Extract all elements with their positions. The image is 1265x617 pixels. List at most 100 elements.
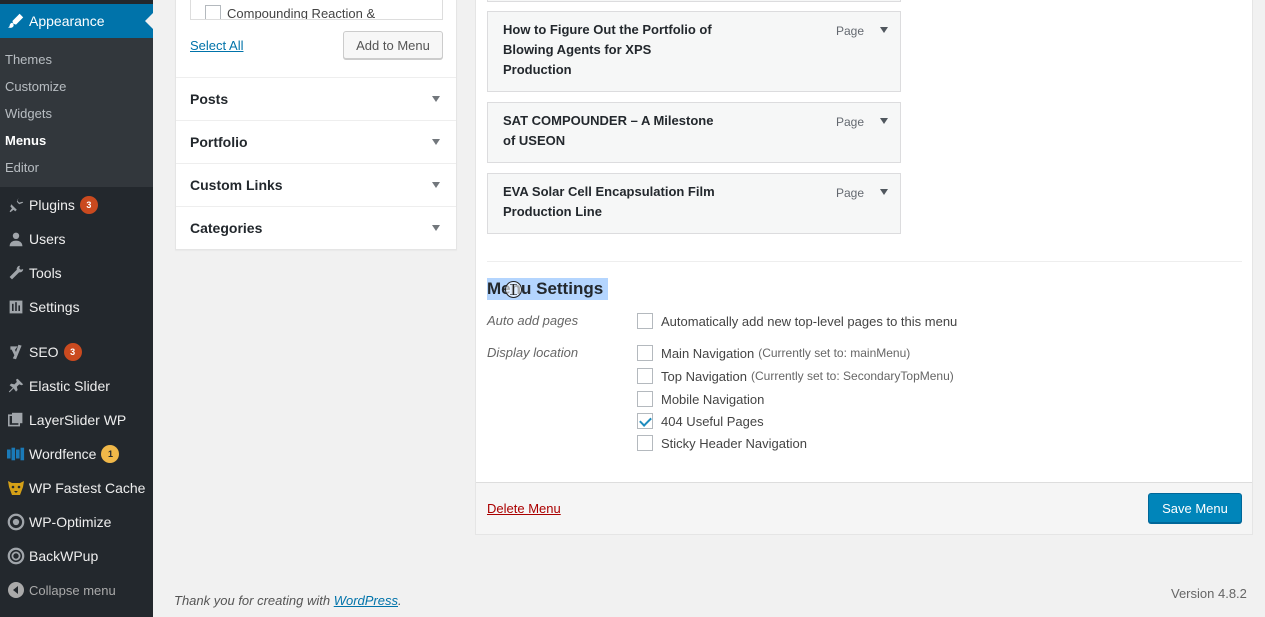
location-404-useful-pages[interactable]: 404 Useful Pages [637,413,764,429]
wordfence-alert-count: 1 [101,445,120,463]
location-name: Mobile Navigation [661,391,765,407]
tools-icon [0,265,29,281]
save-menu-button[interactable]: Save Menu [1148,493,1242,523]
location-note: (Currently set to: SecondaryTopMenu) [751,369,954,383]
auto-add-pages-checkbox[interactable] [637,313,653,329]
menu-users[interactable]: Users [0,222,153,256]
menu-elastic-slider[interactable]: Elastic Slider [0,369,153,403]
footer-thanks-suffix: . [398,593,402,608]
menu-layerslider[interactable]: LayerSlider WP [0,403,153,437]
location-main-navigation[interactable]: Main Navigation (Currently set to: mainM… [637,345,910,361]
cheetah-icon [0,478,29,498]
location-checkbox[interactable] [637,368,653,384]
menu-wordfence-label: Wordfence [29,446,97,462]
menu-settings-label: Settings [29,299,80,315]
accordion-portfolio[interactable]: Portfolio [176,120,456,163]
menu-item-type: Page [836,115,865,129]
location-name: Top Navigation [661,368,747,384]
menu-tools-label: Tools [29,265,62,281]
layers-icon [0,412,29,428]
select-all-link[interactable]: Select All [190,38,243,53]
menu-tools[interactable]: Tools [0,256,153,290]
menu-appearance[interactable]: Appearance [0,4,153,38]
location-sticky-header-navigation[interactable]: Sticky Header Navigation [637,435,807,451]
footer-thanks: Thank you for creating with WordPress. [174,593,402,608]
collapse-menu-button[interactable]: Collapse menu [0,573,153,607]
auto-add-pages-text: Automatically add new top-level pages to… [661,313,958,329]
settings-icon [0,299,29,315]
menu-wp-fastest-cache[interactable]: WP Fastest Cache [0,471,153,505]
delete-menu-link[interactable]: Delete Menu [487,501,561,516]
add-to-menu-button[interactable]: Add to Menu [343,31,443,59]
location-checkbox[interactable] [637,391,653,407]
location-note: (Currently set to: mainMenu) [758,346,911,360]
plugins-update-count: 3 [79,196,98,214]
accordion-posts-title: Posts [190,91,229,107]
menu-seo-label: SEO [29,344,59,360]
location-top-navigation[interactable]: Top Navigation (Currently set to: Second… [637,368,954,384]
location-checkbox-checked[interactable] [637,413,653,429]
menu-settings[interactable]: Settings [0,290,153,324]
yoast-icon [0,344,29,360]
submenu-customize[interactable]: Customize [5,79,66,94]
divider [487,261,1242,262]
location-checkbox[interactable] [637,435,653,451]
accordion-categories-title: Categories [190,220,263,236]
page-checkbox[interactable] [205,5,221,19]
menu-plugins-label: Plugins [29,197,75,213]
location-mobile-navigation[interactable]: Mobile Navigation [637,391,764,407]
pin-icon [0,378,29,394]
display-location-label: Display location [487,345,579,360]
accordion-portfolio-title: Portfolio [190,134,248,150]
menu-item[interactable]: How to Figure Out the Portfolio of Blowi… [487,11,901,92]
page-checkbox-label: Compounding Reaction & [227,6,376,20]
menu-plugins[interactable]: Plugins 3 [0,188,153,222]
accordion-custom-links[interactable]: Custom Links [176,163,456,206]
location-checkbox[interactable] [637,345,653,361]
accordion-categories[interactable]: Categories [176,206,456,249]
submenu-themes[interactable]: Themes [5,52,52,67]
menu-footer-bar: Delete Menu Save Menu [476,482,1252,534]
menu-elastic-slider-label: Elastic Slider [29,378,110,394]
triangle-down-icon [432,225,440,231]
wordfence-icon [0,447,29,461]
menu-wp-optimize-label: WP-Optimize [29,514,112,530]
triangle-down-icon[interactable] [880,27,888,33]
menu-item-type: Page [836,186,865,200]
menu-appearance-label: Appearance [29,13,105,29]
menu-item-type: Page [836,24,865,38]
menu-item-title: SAT COMPOUNDER – A Milestone of USEON [503,113,714,148]
menu-seo[interactable]: SEO 3 [0,335,153,369]
menu-wp-optimize[interactable]: WP-Optimize [0,505,153,539]
auto-add-pages-option[interactable]: Automatically add new top-level pages to… [637,313,957,329]
menu-item[interactable]: EVA Solar Cell Encapsulation Film Produc… [487,173,901,234]
menu-structure-panel: How to Figure Out the Portfolio of Blowi… [475,0,1253,535]
menu-backwpup[interactable]: BackWPup [0,539,153,573]
auto-add-pages-label: Auto add pages [487,313,579,328]
triangle-down-icon[interactable] [880,189,888,195]
triangle-down-icon [432,139,440,145]
menu-item-title: How to Figure Out the Portfolio of Blowi… [503,22,712,77]
add-menu-items-panel: Compounding Reaction & Select All Add to… [175,0,457,250]
accordion-posts[interactable]: Posts [176,77,456,120]
accordion-custom-links-title: Custom Links [190,177,283,193]
submenu-widgets[interactable]: Widgets [5,106,52,121]
admin-sidebar: Appearance Themes Customize Widgets Menu… [0,0,153,617]
menu-item-partial[interactable] [487,0,901,2]
submenu-menus[interactable]: Menus [5,133,46,148]
pages-checklist[interactable]: Compounding Reaction & [190,0,443,20]
submenu-editor[interactable]: Editor [5,160,39,175]
collapse-menu-label: Collapse menu [29,582,116,598]
menu-users-label: Users [29,231,66,247]
triangle-down-icon [432,182,440,188]
location-name: Main Navigation [661,345,755,361]
plugin-icon [0,197,29,213]
menu-wordfence[interactable]: Wordfence 1 [0,437,153,471]
triangle-down-icon [432,96,440,102]
triangle-down-icon[interactable] [880,118,888,124]
wordpress-link[interactable]: WordPress [334,593,398,608]
cursor-icon [505,281,522,298]
wp-version: Version 4.8.2 [1171,586,1247,601]
menu-item[interactable]: SAT COMPOUNDER – A Milestone of USEON Pa… [487,102,901,163]
paintbrush-icon [0,12,29,30]
